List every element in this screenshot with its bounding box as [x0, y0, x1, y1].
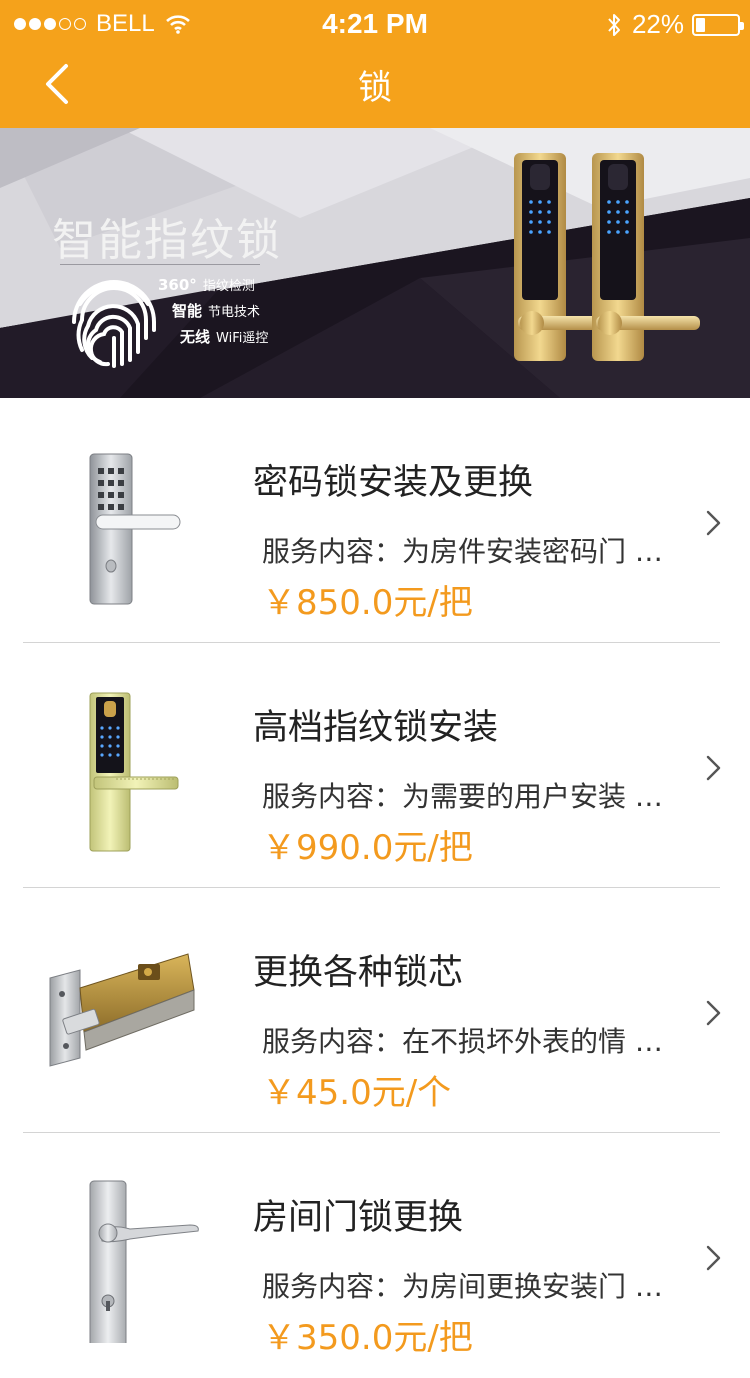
- service-description: 服务内容：为房件安装密码门 …: [262, 535, 663, 568]
- service-title: 更换各种锁芯: [253, 953, 464, 993]
- status-bar: BELL 4:21 PM 22%: [0, 0, 750, 50]
- service-list: 密码锁安装及更换 服务内容：为房件安装密码门 … ￥850.0元/把 高档指纹锁…: [0, 398, 750, 1378]
- service-title: 高档指纹锁安装: [253, 708, 499, 748]
- service-price: ￥350.0元/把: [262, 1318, 473, 1358]
- feature-smart: 智能 节电技术: [172, 302, 261, 320]
- service-price: ￥990.0元/把: [262, 828, 473, 868]
- service-price: ￥850.0元/把: [262, 583, 473, 623]
- fingerprint-lock-image: [89, 692, 179, 852]
- service-title: 房间门锁更换: [253, 1198, 464, 1238]
- fingerprint-icon: [72, 280, 156, 368]
- bluetooth-icon: [608, 13, 620, 36]
- chevron-right-icon[interactable]: [704, 753, 724, 783]
- service-description: 服务内容：为需要的用户安装 …: [262, 780, 663, 813]
- battery-percent: 22%: [631, 9, 684, 39]
- chevron-right-icon[interactable]: [704, 998, 724, 1028]
- battery-icon: [692, 13, 744, 36]
- lock-cylinder-image: [49, 953, 195, 1067]
- service-description: 服务内容：为房间更换安装门 …: [262, 1270, 663, 1303]
- service-description: 服务内容：在不损坏外表的情 …: [262, 1025, 663, 1058]
- status-right: 22%: [606, 9, 744, 40]
- service-price: ￥45.0元/个: [262, 1073, 452, 1113]
- banner-lock-image: [514, 153, 700, 361]
- keypad-lock-image: [89, 453, 181, 605]
- chevron-right-icon[interactable]: [704, 508, 724, 538]
- page-title: 锁: [358, 68, 392, 108]
- feature-wireless: 无线 WiFi遥控: [180, 328, 269, 346]
- top-bar: BELL 4:21 PM 22% 锁: [0, 0, 750, 128]
- service-item-fingerprint-lock[interactable]: 高档指纹锁安装 服务内容：为需要的用户安装 … ￥990.0元/把: [0, 643, 750, 888]
- feature-360: 360° 指纹检测: [158, 276, 255, 294]
- banner-divider: [60, 264, 260, 265]
- service-item-lock-cylinder[interactable]: 更换各种锁芯 服务内容：在不损坏外表的情 … ￥45.0元/个: [0, 888, 750, 1133]
- promo-banner[interactable]: 智能指纹锁 360° 指纹检测 智能 节电技术 无线 WiFi遥控: [0, 128, 750, 398]
- banner-title: 智能指纹锁: [52, 215, 282, 266]
- service-item-keypad-lock[interactable]: 密码锁安装及更换 服务内容：为房件安装密码门 … ￥850.0元/把: [0, 398, 750, 643]
- lever-handle-lock-image: [89, 1180, 199, 1343]
- service-item-lever-handle-lock[interactable]: 房间门锁更换 服务内容：为房间更换安装门 … ￥350.0元/把: [0, 1133, 750, 1378]
- chevron-right-icon[interactable]: [704, 1243, 724, 1273]
- service-title: 密码锁安装及更换: [253, 463, 534, 503]
